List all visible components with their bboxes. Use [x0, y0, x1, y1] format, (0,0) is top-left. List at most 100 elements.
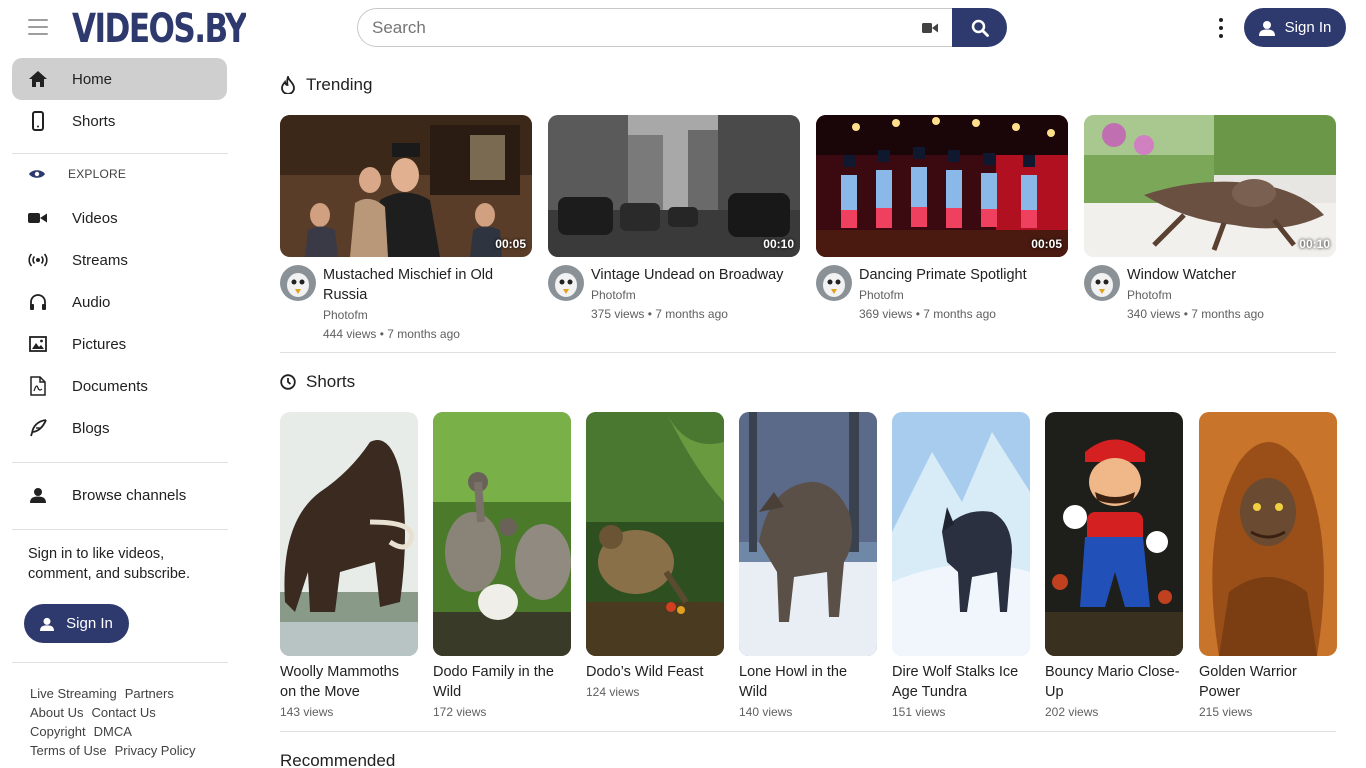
short-stats: 140 views: [739, 705, 793, 719]
short-title[interactable]: Dire Wolf Stalks Ice Age Tundra: [892, 662, 1030, 702]
footer-link-about-us[interactable]: About Us: [30, 705, 83, 720]
channel-avatar[interactable]: [1084, 265, 1120, 301]
short-title[interactable]: Lone Howl in the Wild: [739, 662, 877, 702]
footer-link-contact-us[interactable]: Contact Us: [91, 705, 155, 720]
footer-link-dmca[interactable]: DMCA: [94, 724, 132, 739]
sidebar-item-blogs[interactable]: Blogs: [12, 407, 227, 449]
sidebar-item-label: Home: [72, 70, 113, 88]
video-title[interactable]: Window Watcher: [1127, 265, 1264, 285]
video-thumbnail[interactable]: 00:05: [280, 115, 532, 257]
short-stats: 124 views: [586, 685, 640, 699]
sidebar-item-label: Blogs: [72, 419, 110, 437]
video-search-icon[interactable]: [922, 22, 938, 34]
footer-link-privacy[interactable]: Privacy Policy: [115, 743, 196, 758]
footer-link-terms[interactable]: Terms of Use: [30, 743, 107, 758]
short-thumbnail[interactable]: [586, 412, 724, 656]
short-thumbnail[interactable]: [433, 412, 571, 656]
channel-name[interactable]: Photofm: [1127, 286, 1264, 304]
short-title[interactable]: Bouncy Mario Close-Up: [1045, 662, 1183, 702]
video-thumbnail[interactable]: 00:10: [548, 115, 800, 257]
short-thumbnail[interactable]: [739, 412, 877, 656]
sidebar-divider: [12, 153, 228, 154]
video-card[interactable]: 00:05 Mustached Mischief in Old Russia P…: [280, 115, 532, 344]
video-title[interactable]: Vintage Undead on Broadway: [591, 265, 783, 285]
video-thumbnail[interactable]: 00:10: [1084, 115, 1336, 257]
sidebar-item-label: Browse channels: [72, 486, 187, 504]
sidebar-item-label: Videos: [72, 209, 118, 227]
short-card[interactable]: Woolly Mammoths on the Move 143 views: [280, 412, 418, 722]
sidebar-item-label: Pictures: [72, 335, 127, 353]
sidebar-item-audio[interactable]: Audio: [12, 281, 227, 323]
footer-link-copyright[interactable]: Copyright: [30, 724, 86, 739]
video-duration: 00:05: [1031, 237, 1062, 251]
sidebar-divider: [12, 662, 228, 663]
video-stats: 375 views • 7 months ago: [591, 307, 728, 321]
short-card[interactable]: Golden Warrior Power 215 views: [1199, 412, 1337, 722]
short-card[interactable]: Dodo’s Wild Feast 124 views: [586, 412, 724, 702]
video-title[interactable]: Mustached Mischief in Old Russia: [323, 265, 532, 305]
search-button[interactable]: [952, 8, 1007, 47]
short-thumbnail[interactable]: [1045, 412, 1183, 656]
footer-link-partners[interactable]: Partners: [125, 686, 174, 701]
short-card[interactable]: Lone Howl in the Wild 140 views: [739, 412, 877, 722]
sidebar-item-shorts[interactable]: Shorts: [12, 100, 227, 142]
sidebar-item-streams[interactable]: Streams: [12, 239, 227, 281]
phone-icon: [32, 111, 44, 131]
sidebar-item-home[interactable]: Home: [12, 58, 227, 100]
trending-heading: Trending: [280, 73, 372, 97]
video-thumbnail[interactable]: 00:05: [816, 115, 1068, 257]
video-card[interactable]: 00:10 Window Watcher Photofm 340 views •…: [1084, 115, 1336, 324]
explore-label: EXPLORE: [68, 167, 127, 181]
sidebar: Home Shorts EXPLORE Videos Streams Audio…: [0, 56, 240, 768]
sidebar-sign-in-button[interactable]: Sign In: [24, 604, 129, 643]
short-stats: 215 views: [1199, 705, 1253, 719]
channel-name[interactable]: Photofm: [323, 306, 532, 324]
sidebar-divider: [12, 462, 228, 463]
channel-avatar[interactable]: [548, 265, 584, 301]
video-title[interactable]: Dancing Primate Spotlight: [859, 265, 1027, 285]
site-logo[interactable]: VIDEOS.BY: [72, 6, 246, 48]
sidebar-item-documents[interactable]: Documents: [12, 365, 227, 407]
short-thumbnail[interactable]: [1199, 412, 1337, 656]
short-card[interactable]: Dire Wolf Stalks Ice Age Tundra 151 view…: [892, 412, 1030, 722]
video-card[interactable]: 00:10 Vintage Undead on Broadway Photofm…: [548, 115, 800, 324]
short-card[interactable]: Bouncy Mario Close-Up 202 views: [1045, 412, 1183, 722]
video-stats: 369 views • 7 months ago: [859, 307, 996, 321]
sidebar-item-pictures[interactable]: Pictures: [12, 323, 227, 365]
channel-avatar[interactable]: [280, 265, 316, 301]
broadcast-icon: [28, 253, 48, 267]
short-stats: 202 views: [1045, 705, 1099, 719]
user-icon: [40, 617, 55, 631]
clock-icon: [280, 374, 296, 390]
search-input[interactable]: [372, 17, 922, 38]
footer-link-live-streaming[interactable]: Live Streaming: [30, 686, 117, 701]
short-stats: 172 views: [433, 705, 487, 719]
menu-icon[interactable]: [26, 16, 50, 38]
channel-name[interactable]: Photofm: [859, 286, 1027, 304]
header-sign-in-button[interactable]: Sign In: [1244, 8, 1346, 47]
feather-icon: [30, 419, 47, 437]
short-title[interactable]: Dodo Family in the Wild: [433, 662, 571, 702]
video-duration: 00:10: [763, 237, 794, 251]
sidebar-item-browse-channels[interactable]: Browse channels: [12, 474, 227, 516]
channel-name[interactable]: Photofm: [591, 286, 783, 304]
headphones-icon: [30, 294, 46, 310]
search-field-container: [357, 8, 952, 47]
more-options-icon[interactable]: [1217, 18, 1225, 38]
short-thumbnail[interactable]: [892, 412, 1030, 656]
header: VIDEOS.BY Sign In: [0, 0, 1366, 56]
trending-title: Trending: [306, 75, 373, 94]
section-divider: [280, 352, 1336, 353]
shorts-title: Shorts: [306, 372, 356, 391]
video-duration: 00:05: [495, 237, 526, 251]
video-duration: 00:10: [1299, 237, 1330, 251]
sidebar-item-videos[interactable]: Videos: [12, 197, 227, 239]
short-thumbnail[interactable]: [280, 412, 418, 656]
video-card[interactable]: 00:05 Dancing Primate Spotlight Photofm …: [816, 115, 1068, 324]
channel-avatar[interactable]: [816, 265, 852, 301]
search-icon: [971, 19, 989, 37]
short-title[interactable]: Golden Warrior Power: [1199, 662, 1337, 702]
short-title[interactable]: Dodo’s Wild Feast: [586, 662, 724, 682]
short-title[interactable]: Woolly Mammoths on the Move: [280, 662, 418, 702]
short-card[interactable]: Dodo Family in the Wild 172 views: [433, 412, 571, 722]
